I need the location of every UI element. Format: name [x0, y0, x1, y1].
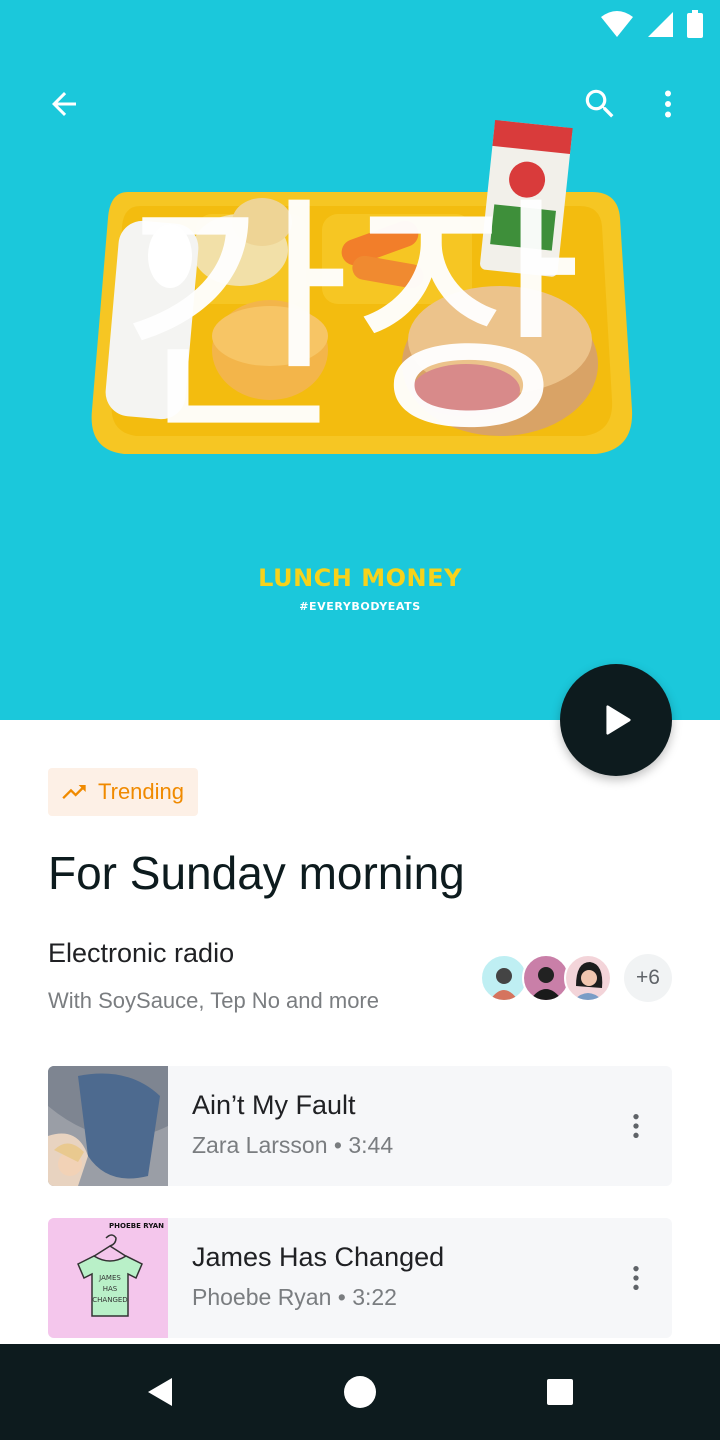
album-art: 간장	[91, 119, 633, 468]
track-artist-duration: Zara Larsson • 3:44	[192, 1132, 394, 1158]
shirt-text-line: JAMES	[98, 1274, 121, 1282]
nav-back-button[interactable]	[136, 1368, 184, 1416]
track-more-button[interactable]	[612, 1254, 660, 1302]
status-bar	[0, 0, 720, 48]
shirt-text-line: CHANGED	[92, 1296, 127, 1304]
track-title: Ain’t My Fault	[192, 1090, 356, 1120]
track-title: James Has Changed	[192, 1242, 445, 1272]
battery-icon	[687, 10, 703, 38]
album-title: LUNCH MONEY	[258, 564, 462, 592]
album-hero: 간장 LUNCH MONEY #EVERYBODYEATS	[0, 0, 720, 720]
more-vert-icon	[633, 1266, 639, 1290]
nav-home-button[interactable]	[336, 1368, 384, 1416]
album-hangul-text: 간장	[120, 175, 584, 468]
nav-recents-button[interactable]	[536, 1368, 584, 1416]
avatar	[522, 954, 570, 1002]
track-more-button[interactable]	[612, 1102, 660, 1150]
radio-subtitle: With SoySauce, Tep No and more	[48, 988, 379, 1013]
avatar	[564, 954, 612, 1002]
trending-label: Trending	[98, 779, 185, 804]
album-hashtag: #EVERYBODYEATS	[299, 600, 421, 613]
nav-home-icon	[344, 1376, 376, 1408]
more-artists-count[interactable]: +6	[624, 954, 672, 1002]
nav-recents-icon	[547, 1379, 573, 1405]
trending-chip[interactable]: Trending	[48, 768, 199, 816]
track-thumbnail	[48, 1066, 168, 1186]
nav-back-icon	[148, 1378, 172, 1406]
system-navigation-bar	[0, 1344, 720, 1440]
cellular-icon	[648, 12, 673, 37]
avatar	[480, 954, 528, 1002]
play-button[interactable]	[560, 664, 672, 776]
track-item[interactable]: Ain’t My Fault Zara Larsson • 3:44	[48, 1066, 672, 1186]
more-vert-icon	[633, 1114, 639, 1138]
track-thumbnail: PHOEBE RYAN JAMES HAS CHANGED	[48, 1218, 168, 1338]
page-title: For Sunday morning	[48, 847, 465, 899]
wifi-icon	[601, 11, 633, 37]
track-item[interactable]: PHOEBE RYAN JAMES HAS CHANGED James Has …	[48, 1218, 672, 1338]
trending-up-icon	[62, 785, 86, 799]
play-icon	[606, 705, 631, 735]
shirt-text-line: HAS	[103, 1285, 118, 1293]
track-artist-duration: Phoebe Ryan • 3:22	[192, 1284, 397, 1310]
thumbnail-tag: PHOEBE RYAN	[109, 1222, 164, 1230]
radio-title: Electronic radio	[48, 938, 235, 968]
artist-avatars[interactable]	[480, 954, 612, 1002]
